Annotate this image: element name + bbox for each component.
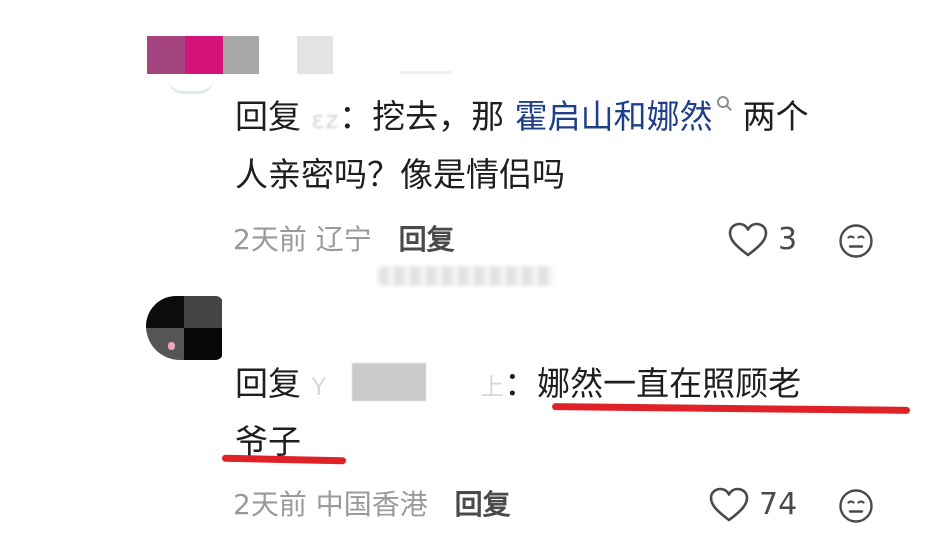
blurred-username[interactable]: Y — [312, 373, 327, 401]
like-count: 74 — [759, 487, 798, 522]
neutral-face-icon[interactable] — [838, 488, 874, 528]
comment-text: 两个 — [742, 97, 809, 136]
comment-1-text-line-2: 人亲密吗？像是情侣吗 — [235, 155, 565, 194]
comment-1-text-line-1: 回复 ɛz：挖去，那 霍启山和娜然 两个 — [235, 88, 809, 149]
like-button[interactable]: 3 — [728, 220, 797, 260]
location: 中国香港 — [315, 488, 428, 521]
comment-1-meta: 2天前 辽宁 回复 — [233, 220, 455, 260]
avatar[interactable] — [146, 296, 223, 360]
reply-prefix: 回复 — [235, 97, 301, 136]
mosaic-censor — [352, 363, 427, 401]
censored-avatar-strip — [147, 36, 333, 74]
blurred-username[interactable]: ɛz — [312, 106, 340, 134]
separator: ： — [339, 97, 373, 136]
neutral-face-icon[interactable] — [838, 223, 874, 263]
reply-button[interactable]: 回复 — [455, 488, 511, 521]
comment-text: 挖去，那 — [372, 97, 515, 136]
blurred-username[interactable]: 上 — [480, 373, 504, 401]
comment-2-meta: 2天前 中国香港 回复 — [233, 485, 511, 525]
blurred-username — [400, 71, 452, 74]
timestamp: 2天前 — [233, 223, 307, 256]
heart-outline-icon — [728, 222, 768, 257]
separator: ： — [504, 364, 538, 403]
location: 辽宁 — [315, 223, 372, 256]
search-icon[interactable] — [716, 96, 729, 108]
heart-outline-icon — [709, 487, 749, 522]
comment-text: 娜然一直在照顾老 — [537, 364, 802, 403]
blurred-replies-link[interactable] — [378, 266, 554, 286]
reply-prefix: 回复 — [235, 364, 301, 403]
reply-button[interactable]: 回复 — [399, 223, 455, 256]
like-button[interactable]: 74 — [709, 485, 797, 525]
timestamp: 2天前 — [233, 488, 307, 521]
like-count: 3 — [778, 222, 798, 257]
avatar[interactable] — [168, 78, 214, 94]
search-link[interactable]: 霍启山和娜然 — [515, 97, 713, 136]
